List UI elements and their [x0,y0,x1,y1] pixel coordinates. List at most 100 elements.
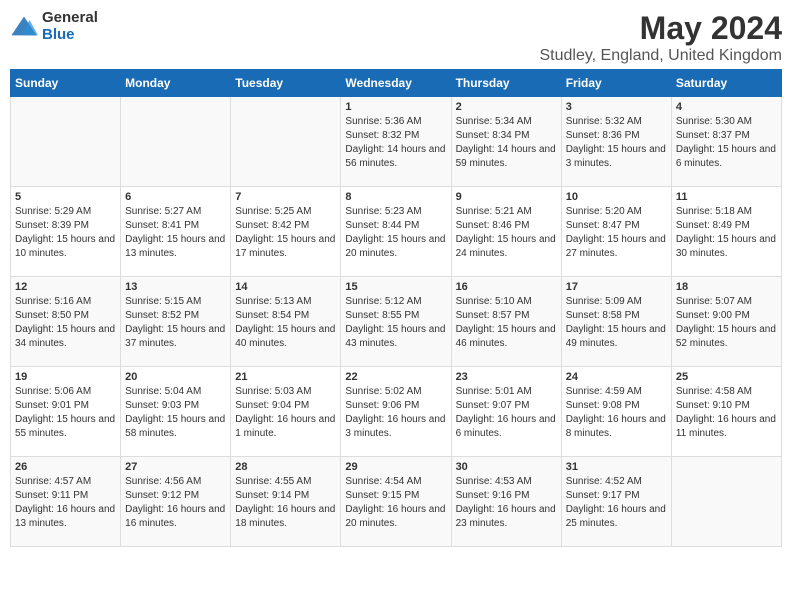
table-row: 8 Sunrise: 5:23 AM Sunset: 8:44 PM Daylig… [341,187,451,277]
day-number: 28 [235,461,336,473]
day-number: 23 [456,371,557,383]
day-number: 8 [345,191,446,203]
table-row: 10 Sunrise: 5:20 AM Sunset: 8:47 PM Dayli… [561,187,671,277]
day-detail: Sunrise: 5:25 AM Sunset: 8:42 PM Dayligh… [235,205,336,261]
day-detail: Sunrise: 5:01 AM Sunset: 9:07 PM Dayligh… [456,385,557,441]
table-row: 5 Sunrise: 5:29 AM Sunset: 8:39 PM Daylig… [11,187,121,277]
day-detail: Sunrise: 5:04 AM Sunset: 9:03 PM Dayligh… [125,385,226,441]
day-number: 10 [566,191,667,203]
title-block: May 2024 Studley, England, United Kingdo… [539,10,782,65]
day-detail: Sunrise: 5:03 AM Sunset: 9:04 PM Dayligh… [235,385,336,441]
table-row: 16Sunrise: 5:10 AM Sunset: 8:57 PM Dayli… [451,277,561,367]
day-number: 12 [15,281,116,293]
table-row: 24Sunrise: 4:59 AM Sunset: 9:08 PM Dayli… [561,367,671,457]
day-number: 15 [345,281,446,293]
location-subtitle: Studley, England, United Kingdom [539,47,782,65]
table-row: 11 Sunrise: 5:18 AM Sunset: 8:49 PM Dayli… [671,187,781,277]
table-row: 27 Sunrise: 4:56 AM Sunset: 9:12 PM Dayli… [121,457,231,547]
day-number: 2 [456,101,557,113]
table-row [231,97,341,187]
table-row: 7Sunrise: 5:25 AM Sunset: 8:42 PM Daylig… [231,187,341,277]
day-number: 29 [345,461,446,473]
day-detail: Sunrise: 5:16 AM Sunset: 8:50 PM Dayligh… [15,295,116,351]
day-detail: Sunrise: 5:30 AM Sunset: 8:37 PM Dayligh… [676,115,777,171]
day-number: 5 [15,191,116,203]
table-row: 28 Sunrise: 4:55 AM Sunset: 9:14 PM Dayli… [231,457,341,547]
day-detail: Sunrise: 4:52 AM Sunset: 9:17 PM Dayligh… [566,475,667,531]
table-row [671,457,781,547]
day-detail: Sunrise: 5:10 AM Sunset: 8:57 PM Dayligh… [456,295,557,351]
header-wednesday: Wednesday [341,70,451,97]
table-row: 23 Sunrise: 5:01 AM Sunset: 9:07 PM Dayli… [451,367,561,457]
header-tuesday: Tuesday [231,70,341,97]
day-detail: Sunrise: 5:07 AM Sunset: 9:00 PM Dayligh… [676,295,777,351]
day-number: 1 [345,101,446,113]
table-row: 17 Sunrise: 5:09 AM Sunset: 8:58 PM Dayli… [561,277,671,367]
day-detail: Sunrise: 5:29 AM Sunset: 8:39 PM Dayligh… [15,205,116,261]
day-detail: Sunrise: 4:55 AM Sunset: 9:14 PM Dayligh… [235,475,336,531]
header-sunday: Sunday [11,70,121,97]
day-number: 21 [235,371,336,383]
day-detail: Sunrise: 5:06 AM Sunset: 9:01 PM Dayligh… [15,385,116,441]
day-number: 17 [566,281,667,293]
header-saturday: Saturday [671,70,781,97]
table-row: 15 Sunrise: 5:12 AM Sunset: 8:55 PM Dayli… [341,277,451,367]
day-detail: Sunrise: 5:12 AM Sunset: 8:55 PM Dayligh… [345,295,446,351]
calendar-container: General Blue May 2024 Studley, England, … [0,0,792,557]
day-detail: Sunrise: 5:13 AM Sunset: 8:54 PM Dayligh… [235,295,336,351]
day-detail: Sunrise: 5:18 AM Sunset: 8:49 PM Dayligh… [676,205,777,261]
day-number: 25 [676,371,777,383]
day-detail: Sunrise: 4:54 AM Sunset: 9:15 PM Dayligh… [345,475,446,531]
day-detail: Sunrise: 5:21 AM Sunset: 8:46 PM Dayligh… [456,205,557,261]
day-number: 6 [125,191,226,203]
table-row: 31 Sunrise: 4:52 AM Sunset: 9:17 PM Dayli… [561,457,671,547]
day-number: 27 [125,461,226,473]
calendar-table: Sunday Monday Tuesday Wednesday Thursday… [10,69,782,547]
day-number: 31 [566,461,667,473]
table-row: 1 Sunrise: 5:36 AM Sunset: 8:32 PM Daylig… [341,97,451,187]
day-detail: Sunrise: 5:34 AM Sunset: 8:34 PM Dayligh… [456,115,557,171]
table-row: 13Sunrise: 5:15 AM Sunset: 8:52 PM Dayli… [121,277,231,367]
table-row: 26 Sunrise: 4:57 AM Sunset: 9:11 PM Dayli… [11,457,121,547]
day-detail: Sunrise: 4:56 AM Sunset: 9:12 PM Dayligh… [125,475,226,531]
day-detail: Sunrise: 4:58 AM Sunset: 9:10 PM Dayligh… [676,385,777,441]
table-row: 21 Sunrise: 5:03 AM Sunset: 9:04 PM Dayli… [231,367,341,457]
table-row [11,97,121,187]
day-number: 14 [235,281,336,293]
table-row: 19 Sunrise: 5:06 AM Sunset: 9:01 PM Dayli… [11,367,121,457]
header-friday: Friday [561,70,671,97]
table-row: 20Sunrise: 5:04 AM Sunset: 9:03 PM Dayli… [121,367,231,457]
table-row: 2 Sunrise: 5:34 AM Sunset: 8:34 PM Daylig… [451,97,561,187]
table-row: 3Sunrise: 5:32 AM Sunset: 8:36 PM Daylig… [561,97,671,187]
day-detail: Sunrise: 5:09 AM Sunset: 8:58 PM Dayligh… [566,295,667,351]
day-detail: Sunrise: 4:53 AM Sunset: 9:16 PM Dayligh… [456,475,557,531]
table-row: 14 Sunrise: 5:13 AM Sunset: 8:54 PM Dayli… [231,277,341,367]
day-detail: Sunrise: 4:59 AM Sunset: 9:08 PM Dayligh… [566,385,667,441]
table-row: 12 Sunrise: 5:16 AM Sunset: 8:50 PM Dayli… [11,277,121,367]
table-row: 25 Sunrise: 4:58 AM Sunset: 9:10 PM Dayli… [671,367,781,457]
table-row: 9Sunrise: 5:21 AM Sunset: 8:46 PM Daylig… [451,187,561,277]
logo-text: General Blue [42,10,98,43]
day-number: 18 [676,281,777,293]
logo-icon [10,13,38,41]
header-thursday: Thursday [451,70,561,97]
day-detail: Sunrise: 5:32 AM Sunset: 8:36 PM Dayligh… [566,115,667,171]
day-number: 4 [676,101,777,113]
logo: General Blue [10,10,98,43]
day-detail: Sunrise: 5:23 AM Sunset: 8:44 PM Dayligh… [345,205,446,261]
day-number: 26 [15,461,116,473]
day-detail: Sunrise: 5:20 AM Sunset: 8:47 PM Dayligh… [566,205,667,261]
table-row [121,97,231,187]
day-number: 11 [676,191,777,203]
day-detail: Sunrise: 4:57 AM Sunset: 9:11 PM Dayligh… [15,475,116,531]
table-row: 29 Sunrise: 4:54 AM Sunset: 9:15 PM Dayli… [341,457,451,547]
table-row: 30Sunrise: 4:53 AM Sunset: 9:16 PM Dayli… [451,457,561,547]
header-monday: Monday [121,70,231,97]
month-year-title: May 2024 [539,10,782,47]
logo-general: General [42,10,98,27]
calendar-header: Sunday Monday Tuesday Wednesday Thursday… [11,70,782,97]
table-row: 6Sunrise: 5:27 AM Sunset: 8:41 PM Daylig… [121,187,231,277]
day-number: 19 [15,371,116,383]
day-detail: Sunrise: 5:36 AM Sunset: 8:32 PM Dayligh… [345,115,446,171]
table-row: 4 Sunrise: 5:30 AM Sunset: 8:37 PM Daylig… [671,97,781,187]
